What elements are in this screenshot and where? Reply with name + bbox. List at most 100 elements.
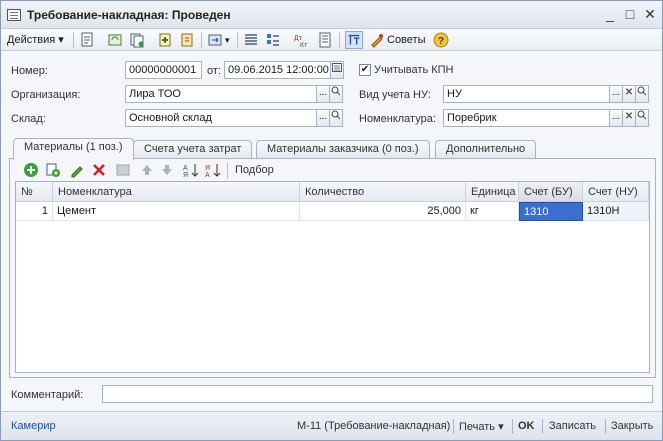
calendar-icon <box>332 63 342 72</box>
column-header-quantity[interactable]: Количество <box>300 182 466 202</box>
column-header-account-bu[interactable]: Счет (БУ) <box>519 182 583 202</box>
advice-button[interactable]: Советы <box>387 32 425 48</box>
title-bar[interactable]: Требование-накладная: Проведен _ □ ✕ <box>1 1 662 29</box>
tax-type-select-button[interactable]: ... <box>609 85 623 103</box>
sort-descending-icon[interactable]: ЯА <box>205 162 221 178</box>
statusbar-separator <box>542 419 543 434</box>
svg-text:А: А <box>205 172 210 178</box>
number-field[interactable]: 00000000001 <box>125 61 202 79</box>
clear-icon: ✕ <box>624 111 634 122</box>
goto-icon[interactable] <box>207 32 223 48</box>
window-title: Требование-накладная: Проведен <box>27 8 231 22</box>
kpn-checkbox[interactable]: ✔ <box>359 64 371 76</box>
search-icon <box>637 86 647 96</box>
calendar-button[interactable] <box>330 61 344 79</box>
actions-menu[interactable]: Действия ▾ <box>7 32 64 48</box>
cashier-link[interactable]: Камерир <box>11 420 56 432</box>
column-header-account-nu[interactable]: Счет (НУ) <box>583 182 649 202</box>
table-cell-unit[interactable]: кг <box>466 202 519 221</box>
tab-customer-materials[interactable]: Материалы заказчика (0 поз.) <box>256 140 430 159</box>
tab-additional[interactable]: Дополнительно <box>435 140 537 159</box>
nomenclature-label: Номенклатура: <box>359 113 436 125</box>
organization-label: Организация: <box>11 89 81 101</box>
table-cell-account-nu[interactable]: 1310Н <box>583 202 649 221</box>
warehouse-search-button[interactable] <box>329 109 343 127</box>
list-view-icon[interactable] <box>243 32 259 48</box>
nomenclature-select-button[interactable]: ... <box>609 109 623 127</box>
minimize-button[interactable]: _ <box>601 6 619 22</box>
clear-icon: ✕ <box>624 87 634 98</box>
column-header-unit[interactable]: Единица <box>466 182 519 202</box>
debit-credit-icon[interactable]: ДтКт <box>293 32 309 48</box>
nomenclature-clear-button[interactable]: ✕ <box>622 109 636 127</box>
copy-document-icon[interactable] <box>129 32 145 48</box>
document-window: Требование-накладная: Проведен _ □ ✕ Дей… <box>0 0 663 441</box>
add-row-icon[interactable] <box>23 162 39 178</box>
close-button[interactable]: Закрыть <box>611 420 653 432</box>
warehouse-field[interactable]: Основной склад <box>125 109 317 127</box>
end-edit-icon[interactable] <box>115 162 131 178</box>
kpn-label: Учитывать КПН <box>374 64 454 76</box>
report-icon[interactable] <box>317 32 333 48</box>
materials-table[interactable]: № Номенклатура Количество Единица Счет (… <box>15 181 650 373</box>
dropdown-arrow-icon: ▾ <box>58 34 64 46</box>
comment-label: Комментарий: <box>11 389 84 401</box>
advice-icon[interactable] <box>369 32 385 48</box>
sort-ascending-icon[interactable]: АЯ <box>183 162 199 178</box>
tax-type-clear-button[interactable]: ✕ <box>622 85 636 103</box>
table-cell-nomenclature[interactable]: Цемент <box>53 202 300 221</box>
toolbar-separator <box>227 163 228 179</box>
status-bar: Камерир М-11 (Требование-накладная) Печа… <box>1 411 662 440</box>
help-icon[interactable]: ? <box>433 32 449 48</box>
copy-row-icon[interactable] <box>45 162 61 178</box>
nomenclature-field[interactable]: Поребрик <box>443 109 610 127</box>
organization-field[interactable]: Лира ТОО <box>125 85 317 103</box>
maximize-button[interactable]: □ <box>621 6 639 22</box>
settings-list-icon[interactable] <box>265 32 281 48</box>
organization-select-button[interactable]: ... <box>316 85 330 103</box>
m11-print-form-button[interactable]: М-11 (Требование-накладная) <box>297 420 450 432</box>
close-window-button[interactable]: ✕ <box>641 6 659 22</box>
date-field[interactable]: 09.06.2015 12:00:00 <box>224 61 331 79</box>
svg-text:Дт: Дт <box>294 35 303 42</box>
statusbar-separator <box>512 419 513 434</box>
nomenclature-search-button[interactable] <box>635 109 649 127</box>
refresh-icon[interactable] <box>107 32 123 48</box>
search-icon <box>637 110 647 120</box>
move-down-icon[interactable] <box>159 162 175 178</box>
save-button[interactable]: Записать <box>549 420 596 432</box>
tax-type-field[interactable]: НУ <box>443 85 610 103</box>
column-header-nomenclature[interactable]: Номенклатура <box>53 182 300 202</box>
document-icon <box>7 9 21 21</box>
warehouse-select-button[interactable]: ... <box>316 109 330 127</box>
dropdown-arrow-icon[interactable]: ▾ <box>225 32 230 48</box>
toolbar-separator <box>73 32 74 48</box>
table-cell-quantity[interactable]: 25,000 <box>300 202 466 221</box>
organization-search-button[interactable] <box>329 85 343 103</box>
post-document-icon[interactable] <box>79 32 95 48</box>
toolbar: Действия ▾ ▾ Дт Кт Советы ? <box>1 29 662 51</box>
tab-cost-accounts[interactable]: Счета учета затрат <box>133 140 253 159</box>
based-on-icon[interactable] <box>157 32 173 48</box>
toolbar-separator <box>237 32 238 48</box>
table-cell-account-bu[interactable]: 1310 <box>519 202 583 221</box>
print-menu[interactable]: Печать ▾ <box>459 420 504 433</box>
delete-row-icon[interactable] <box>91 162 107 178</box>
column-header-number[interactable]: № <box>16 182 53 202</box>
svg-text:Я: Я <box>205 165 210 172</box>
comment-field[interactable] <box>102 385 653 403</box>
edit-row-icon[interactable] <box>69 162 85 178</box>
toolbar-separator <box>339 32 340 48</box>
number-label: Номер: <box>11 65 48 77</box>
tax-type-search-button[interactable] <box>635 85 649 103</box>
svg-text:Я: Я <box>183 172 188 178</box>
move-up-icon[interactable] <box>139 162 155 178</box>
search-icon <box>331 86 341 96</box>
tab-materials[interactable]: Материалы (1 поз.) <box>13 138 134 160</box>
toolbar-separator <box>201 32 202 48</box>
table-cell-number[interactable]: 1 <box>16 202 53 221</box>
structure-icon[interactable] <box>179 32 195 48</box>
ok-button[interactable]: OK <box>518 420 535 432</box>
selection-button[interactable]: Подбор <box>235 164 274 176</box>
filter-icon[interactable] <box>345 31 363 49</box>
